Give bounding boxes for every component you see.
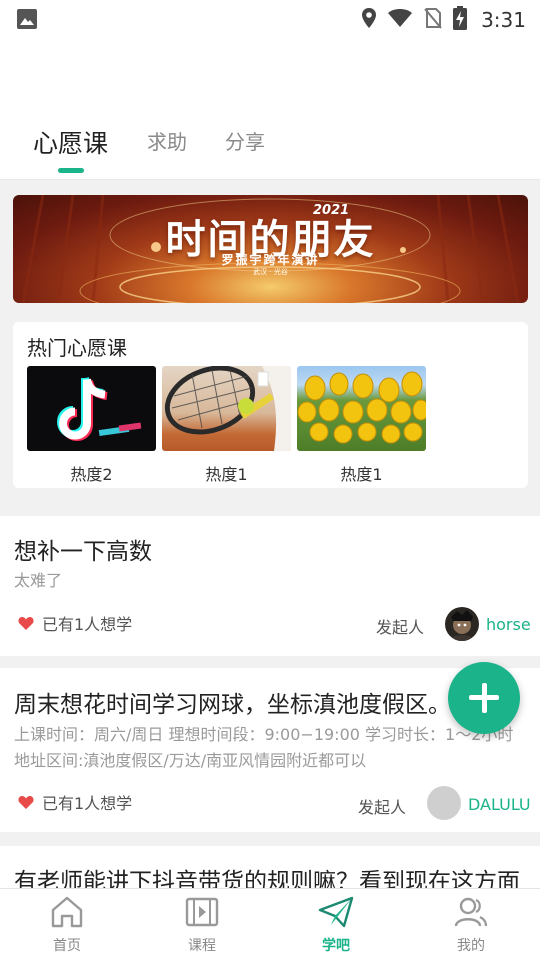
post-card[interactable]: 有老师能讲下抖音带货的规则嘛？看到现在这方面	[0, 846, 540, 888]
hot-course-label: 热度1	[340, 465, 383, 484]
promo-banner[interactable]: 时间的朋友 2021 罗振宇跨年演讲 武汉 · 光谷	[13, 195, 528, 303]
hot-course-label: 热度2	[70, 465, 113, 484]
want-count-text: 已有1人想学	[42, 615, 133, 634]
status-time: 3:31	[481, 8, 526, 32]
post-title: 周末想花时间学习网球，坐标滇池度假区。	[14, 692, 451, 718]
post-title: 想补一下高数	[14, 539, 152, 565]
username[interactable]: horse	[486, 615, 531, 634]
post-description: 上课时间：周六/周日 理想时间段：9:00−19:00 学习时长：1〜2小时	[14, 725, 514, 744]
hot-course-label: 热度1	[205, 465, 248, 484]
top-tabs: 心愿课 求助 分享	[0, 104, 540, 180]
hot-course-item[interactable]: 热度1	[297, 366, 426, 485]
no-sim-icon	[423, 7, 443, 33]
post-title: 有老师能讲下抖音带货的规则嘛？看到现在这方面	[14, 869, 520, 888]
add-post-button[interactable]	[448, 662, 520, 734]
nav-item-course[interactable]: 课程	[152, 895, 252, 955]
tab-active-indicator	[58, 168, 84, 173]
image-notification-icon	[16, 8, 38, 34]
heart-icon	[18, 795, 34, 809]
initiator-label: 发起人	[358, 798, 407, 817]
banner-small-text: 武汉 · 光谷	[253, 268, 288, 276]
username[interactable]: DALULU	[468, 795, 531, 814]
location-icon	[361, 7, 377, 33]
bottom-navigation: 首页 课程 学吧 我的	[0, 888, 540, 960]
hot-course-item[interactable]: 热度1	[162, 366, 291, 485]
initiator-label: 发起人	[376, 618, 425, 637]
nav-label: 首页	[53, 938, 81, 954]
paper-plane-icon	[318, 896, 354, 928]
tiktok-logo-image	[27, 366, 156, 451]
want-count-text: 已有1人想学	[42, 794, 133, 813]
tulips-photo-image	[297, 366, 426, 451]
wifi-icon	[387, 8, 413, 32]
heart-icon	[18, 616, 34, 630]
profile-icon	[454, 897, 488, 927]
home-icon	[51, 896, 83, 928]
battery-charging-icon	[453, 6, 468, 34]
banner-subtitle: 罗振宇跨年演讲	[221, 253, 320, 267]
status-bar: 3:31	[0, 0, 540, 38]
nav-label: 学吧	[322, 938, 350, 954]
post-description-line2: 地址区间:滇池度假区/万达/南亚风情园附近都可以	[14, 751, 367, 770]
hot-courses-title: 热门心愿课	[27, 336, 127, 360]
header-area	[0, 38, 540, 104]
banner-year: 2021	[313, 203, 350, 218]
post-card[interactable]: 想补一下高数 太难了 已有1人想学 发起人 horse	[0, 516, 540, 656]
video-course-icon	[185, 897, 219, 927]
want-to-learn[interactable]: 已有1人想学	[18, 611, 132, 635]
tab-share[interactable]: 分享	[225, 126, 265, 155]
nav-label: 我的	[457, 938, 485, 954]
nav-label: 课程	[188, 938, 216, 954]
nav-item-profile[interactable]: 我的	[421, 895, 521, 955]
nav-item-home[interactable]: 首页	[17, 895, 117, 955]
tennis-photo-image	[162, 366, 291, 451]
tab-help[interactable]: 求助	[147, 126, 187, 155]
hot-course-item[interactable]: 热度2	[27, 366, 156, 485]
avatar[interactable]	[445, 607, 479, 641]
avatar[interactable]	[427, 786, 461, 820]
nav-item-study[interactable]: 学吧	[286, 895, 386, 955]
post-description: 太难了	[14, 571, 63, 590]
hot-courses-section: 热门心愿课 热度2 热度1 热度1	[13, 322, 528, 488]
want-to-learn[interactable]: 已有1人想学	[18, 790, 132, 814]
tab-wish-course[interactable]: 心愿课	[33, 124, 108, 160]
